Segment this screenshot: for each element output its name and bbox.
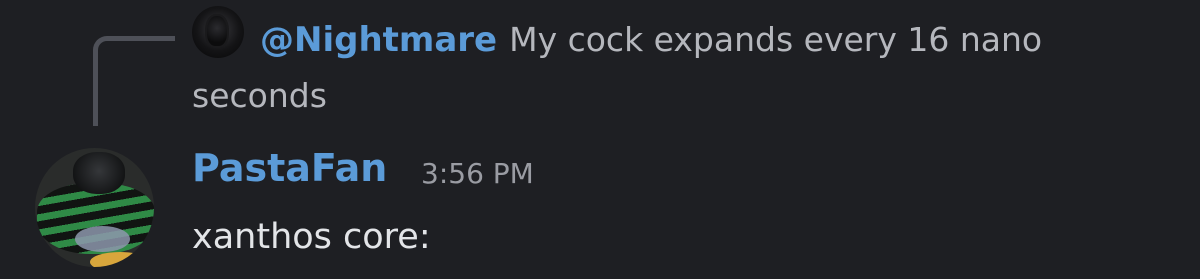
pug-head-graphic: [73, 152, 125, 194]
floor-graphic: [90, 252, 150, 267]
message-content: xanthos core:: [192, 217, 431, 257]
reply-preview[interactable]: @Nightmare My cock expands every 16 nano …: [192, 12, 1142, 124]
message-timestamp: 3:56 PM: [421, 157, 534, 190]
author-name[interactable]: PastaFan: [192, 146, 387, 190]
chat-message: @Nightmare My cock expands every 16 nano …: [0, 0, 1200, 279]
pug-belly-graphic: [75, 226, 130, 252]
reply-mention[interactable]: @Nightmare: [260, 20, 497, 60]
author-avatar[interactable]: [35, 148, 154, 267]
reply-connector-line: [93, 36, 175, 126]
